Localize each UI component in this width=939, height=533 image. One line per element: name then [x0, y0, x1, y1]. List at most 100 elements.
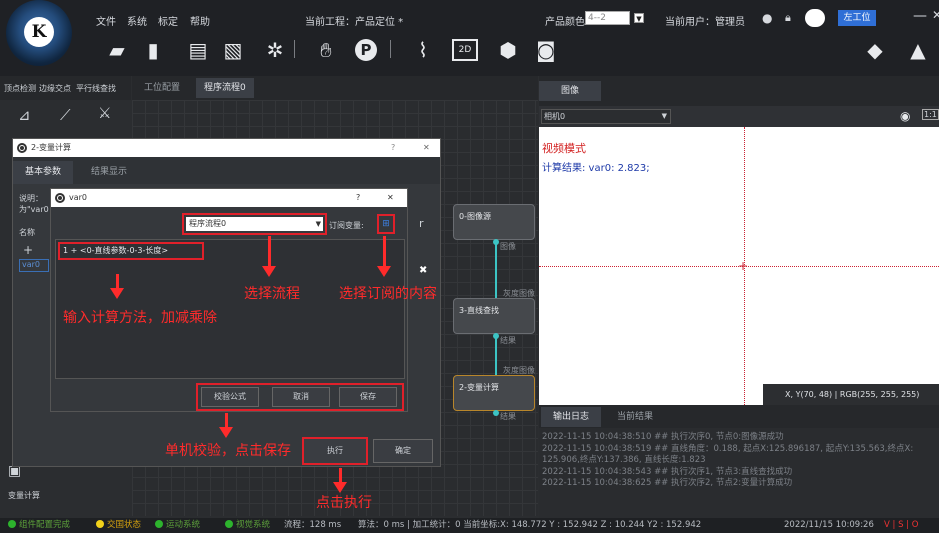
- tab-result-display[interactable]: 结果显示: [83, 161, 135, 184]
- save-icon[interactable]: ▤: [185, 38, 211, 62]
- status-bar: 组件配置完成 交国状态 运动系统 视觉系统 流程：128 ms 算法：0 ms …: [0, 518, 939, 533]
- p-icon[interactable]: P: [355, 39, 377, 61]
- flow-link: [495, 336, 497, 376]
- flow-select-highlight: 程序流程0 ▼: [182, 213, 327, 235]
- tool-b-icon[interactable]: ⟋: [60, 106, 71, 124]
- node-line-find[interactable]: 3-直线查找: [453, 298, 535, 334]
- chevron-down-icon[interactable]: ▼: [634, 13, 644, 23]
- arrow-down: [377, 236, 391, 277]
- user-icon[interactable]: ●: [762, 11, 772, 25]
- alert-icon[interactable]: ◆: [862, 38, 888, 62]
- 2d-icon[interactable]: 2D: [452, 39, 478, 61]
- tab-edge[interactable]: 边缘交点: [39, 83, 71, 94]
- status-flags: V | S | O: [884, 520, 919, 530]
- subscribe-label: 订阅变量:: [329, 221, 364, 230]
- annotation-input-method: 输入计算方法，加减乘除: [63, 310, 217, 326]
- tool-c-icon[interactable]: ⚔︎: [98, 104, 111, 122]
- tool-a-icon[interactable]: ⊿: [18, 106, 31, 124]
- desc-label: 说明：: [19, 194, 43, 203]
- dialog-icon: [55, 193, 65, 203]
- toggle-knob[interactable]: [805, 9, 825, 27]
- add-var-button[interactable]: +: [23, 243, 33, 257]
- expr-text[interactable]: 1 + <0-直线参数-0-3-长度>: [58, 242, 204, 260]
- camera-icon[interactable]: ◙: [533, 38, 559, 62]
- annotation-verify-save: 单机校验，点击保存: [165, 443, 291, 459]
- close-button[interactable]: ✕: [387, 189, 394, 207]
- hand-icon[interactable]: ✋︎: [313, 38, 339, 62]
- dialog-title: var0: [69, 193, 88, 202]
- coord-readout: X, Y(70, 48) | RGB(255, 255, 255): [763, 384, 939, 405]
- tab-basic-params[interactable]: 基本参数: [13, 161, 74, 184]
- camera-select[interactable]: 相机0 ▼: [541, 109, 671, 124]
- log-line: 125.906,终点Y:137.386, 直线长度:1.823: [542, 455, 706, 465]
- close-icon[interactable]: ✕: [932, 8, 939, 22]
- node-image-source[interactable]: 0-图像源: [453, 204, 535, 240]
- title-toolbar: K 文件 系统 标定 帮助 当前工程：产品定位 * 产品颜色 4--2 ▼ 当前…: [0, 0, 939, 76]
- zoom-icon[interactable]: 1:1: [922, 109, 939, 120]
- execute-button[interactable]: 执行: [302, 437, 368, 465]
- folder-icon[interactable]: ▰: [104, 38, 130, 62]
- side-var-calc: 变量计算: [8, 491, 40, 500]
- chart-icon[interactable]: ⌇: [410, 38, 436, 62]
- product-color-select[interactable]: 4--2: [585, 11, 630, 25]
- cancel-button[interactable]: 取消: [272, 387, 330, 407]
- port-dot[interactable]: [493, 333, 499, 339]
- new-file-icon[interactable]: ▮: [140, 38, 166, 62]
- video-mode-label: 视频模式: [542, 142, 586, 155]
- flow-link: [495, 240, 497, 298]
- tab-image[interactable]: 图像: [539, 81, 602, 101]
- minimize-icon[interactable]: —: [913, 8, 927, 24]
- tab-vertex[interactable]: 顶点检测: [4, 83, 36, 94]
- project-title: 当前工程：产品定位 *: [305, 17, 404, 28]
- station-button[interactable]: 左工位: [838, 10, 876, 26]
- fragment-r: r: [419, 217, 424, 230]
- cube-icon[interactable]: ⬢: [495, 38, 521, 62]
- settings-gear-icon[interactable]: ✲: [262, 38, 288, 62]
- image-view[interactable]: 视频模式 计算结果: var0: 2.823; + X, Y(70, 48) |…: [539, 127, 939, 405]
- desc-truncated: 为"var0: [19, 205, 49, 214]
- dialog-icon: [17, 143, 27, 153]
- bell-icon[interactable]: ▲: [905, 38, 931, 62]
- calc-result-label: 计算结果: var0: 2.823;: [542, 163, 650, 174]
- flow-select[interactable]: 程序流程0 ▼: [186, 217, 323, 231]
- close-button[interactable]: ✕: [423, 139, 430, 157]
- port-dot[interactable]: [493, 410, 499, 416]
- eye-icon[interactable]: ◉: [900, 109, 910, 123]
- help-button[interactable]: ?: [391, 139, 395, 157]
- save-as-icon[interactable]: ▧: [220, 38, 246, 62]
- crosshair-center: +: [738, 259, 749, 273]
- menu-calibrate[interactable]: 标定: [158, 13, 178, 28]
- log-line: 2022-11-15 10:04:38:519 ## 直线角度：0.188, 起…: [542, 443, 914, 454]
- port-result: 结果: [500, 412, 516, 421]
- log-line: 2022-11-15 10:04:38:510 ## 执行次序0, 节点0:图像…: [542, 432, 784, 442]
- log-line: 2022-11-15 10:04:38:625 ## 执行次序2, 节点2:变量…: [542, 478, 793, 488]
- tab-output-log[interactable]: 输出日志: [541, 407, 602, 427]
- center-tabbar: 工位配置 程序流程0: [132, 76, 538, 100]
- image-toolbar: 相机0 ▼ ◉ 1:1: [539, 106, 939, 127]
- var-list-item[interactable]: var0: [19, 259, 49, 272]
- menu-help[interactable]: 帮助: [190, 13, 210, 28]
- tab-station-config[interactable]: 工位配置: [136, 78, 188, 98]
- confirm-button[interactable]: 确定: [373, 439, 433, 463]
- status-component: 组件配置完成: [8, 518, 70, 533]
- dialog-title: 2-变量计算: [31, 143, 71, 152]
- dialog-tabs: 基本参数 结果显示: [13, 157, 440, 184]
- node-var-calc[interactable]: 2-变量计算: [453, 375, 535, 411]
- port-dot[interactable]: [493, 239, 499, 245]
- help-button[interactable]: ?: [356, 189, 360, 207]
- tab-parallel[interactable]: 平行线查找: [76, 83, 116, 94]
- log-line: 2022-11-15 10:04:38:543 ## 执行次序1, 节点3:直线…: [542, 466, 793, 477]
- tab-program-flow[interactable]: 程序流程0: [196, 78, 254, 98]
- menu-file[interactable]: 文件: [96, 13, 116, 28]
- current-user: 当前用户：管理员: [665, 17, 745, 28]
- tab-current-result[interactable]: 当前结果: [609, 407, 661, 427]
- lock-icon[interactable]: 🔒︎: [785, 11, 791, 25]
- subscribe-button[interactable]: ⊞: [377, 214, 395, 234]
- status-io: 交国状态: [96, 518, 141, 533]
- toolbar-separator: [294, 40, 295, 58]
- menu-system[interactable]: 系统: [127, 13, 147, 28]
- arrow-down: [333, 468, 347, 493]
- delete-icon[interactable]: ✖: [419, 265, 427, 276]
- verify-button[interactable]: 校验公式: [201, 387, 259, 407]
- save-button[interactable]: 保存: [339, 387, 397, 407]
